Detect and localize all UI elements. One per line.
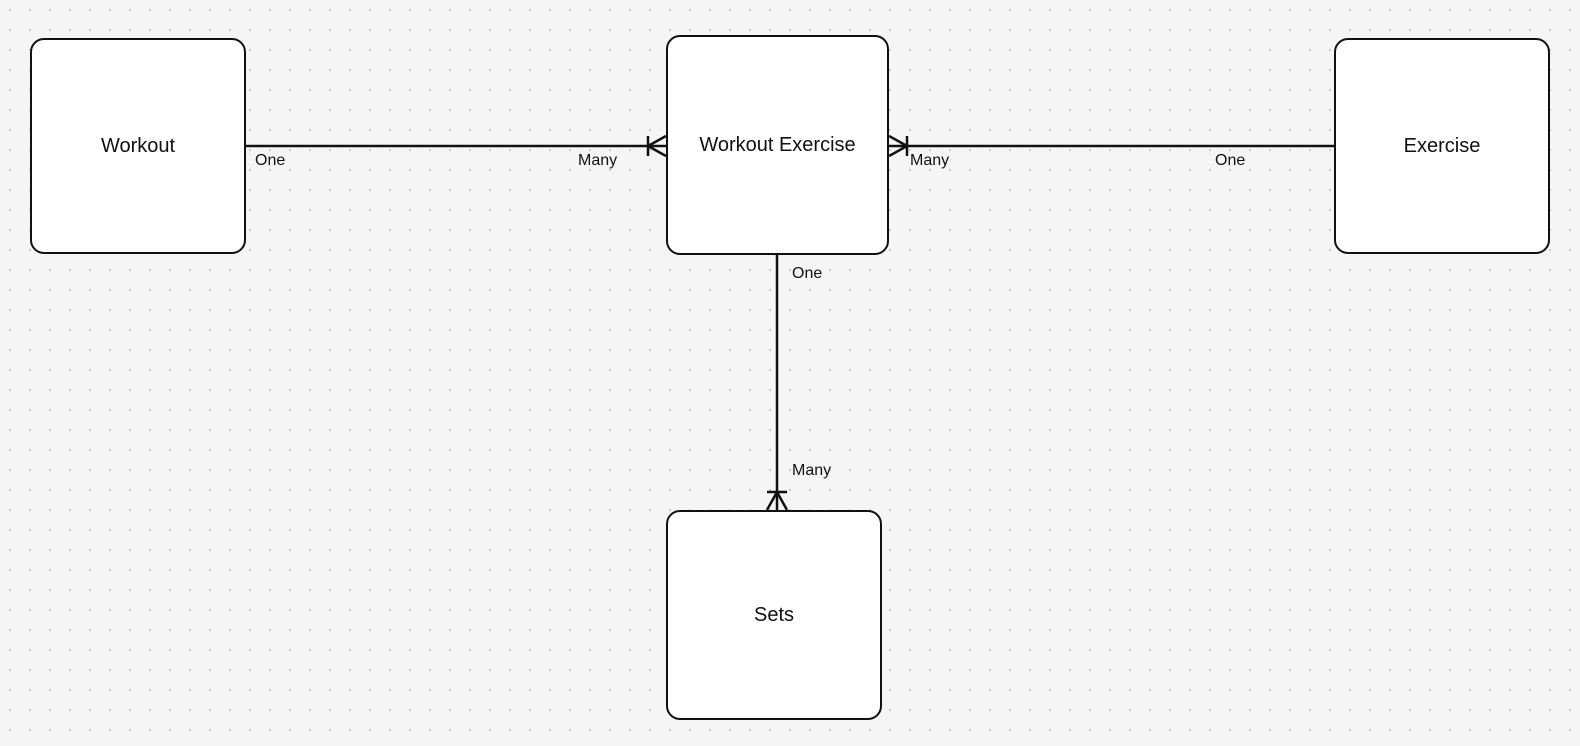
label-workout-one: One [255, 152, 285, 170]
entity-workout-exercise-label: Workout Exercise [699, 134, 855, 157]
label-we-one: One [792, 265, 822, 283]
entity-exercise-label: Exercise [1404, 135, 1481, 158]
diagram-canvas: Workout Workout Exercise Exercise Sets O… [0, 0, 1580, 746]
label-we-many: Many [792, 462, 831, 480]
entity-workout-exercise[interactable]: Workout Exercise [666, 35, 889, 255]
entity-sets-label: Sets [754, 604, 794, 627]
entity-workout-label: Workout [101, 135, 175, 158]
label-exercise-one: One [1215, 152, 1245, 170]
entity-workout[interactable]: Workout [30, 38, 246, 254]
label-workout-many: Many [578, 152, 617, 170]
entity-exercise[interactable]: Exercise [1334, 38, 1550, 254]
entity-sets[interactable]: Sets [666, 510, 882, 720]
label-exercise-many: Many [910, 152, 949, 170]
